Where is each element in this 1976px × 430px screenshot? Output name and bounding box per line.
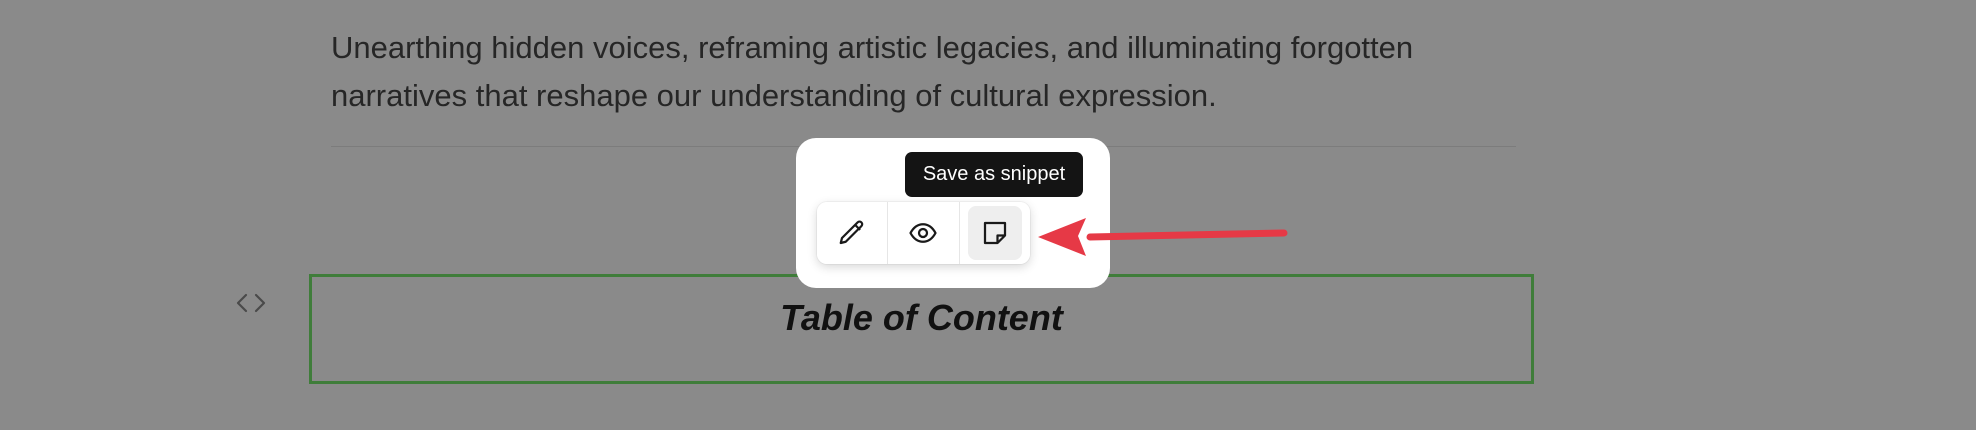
edit-button[interactable] (817, 202, 889, 264)
eye-icon (909, 223, 938, 243)
preview-button[interactable] (888, 202, 960, 264)
save-snippet-button[interactable] (959, 202, 1030, 264)
intro-paragraph: Unearthing hidden voices, reframing arti… (331, 24, 1531, 120)
tooltip: Save as snippet (905, 152, 1083, 197)
intro-line-2: narratives that reshape our understandin… (331, 78, 1217, 113)
pencil-icon (839, 220, 864, 245)
block-toolbar (817, 202, 1030, 264)
sticky-note-icon (983, 221, 1006, 245)
code-icon (236, 293, 266, 313)
code-toggle-button[interactable] (232, 290, 270, 316)
intro-line-1: Unearthing hidden voices, reframing arti… (331, 30, 1414, 65)
save-snippet-highlight (967, 206, 1022, 260)
section-title: Table of Content (780, 297, 1063, 338)
annotation-arrow (1038, 218, 1288, 256)
table-of-content-section[interactable]: Table of Content (309, 274, 1534, 384)
